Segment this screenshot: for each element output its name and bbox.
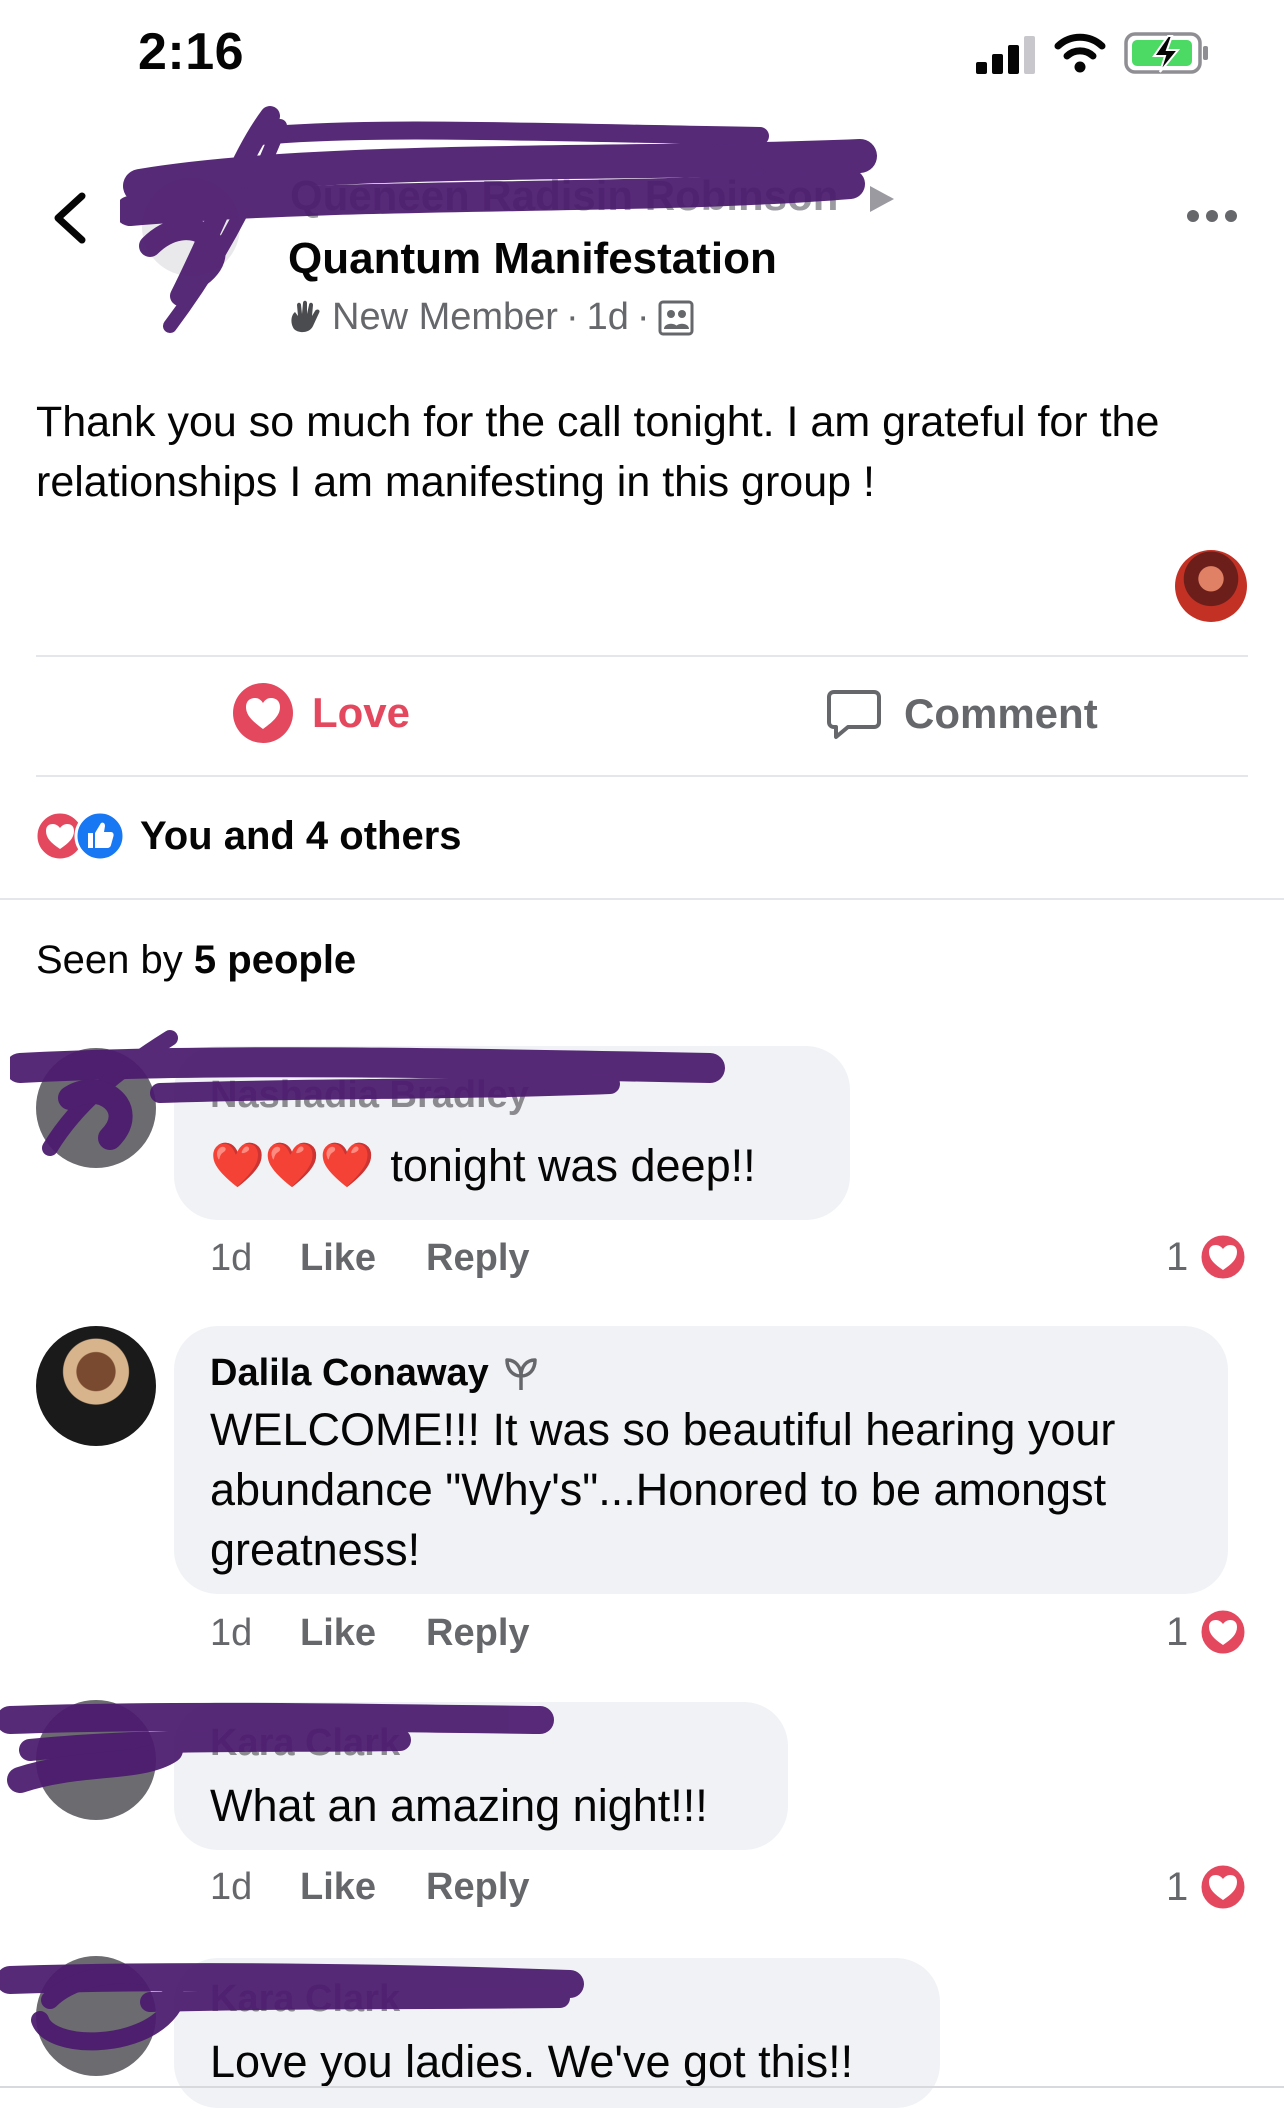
comment-icon: [827, 690, 881, 739]
commenter-name-row: Dalila Conaway: [210, 1352, 541, 1395]
hearts-emoji: ❤️❤️❤️: [210, 1141, 375, 1190]
comment-text: Love you ladies. We've got this!!: [210, 2036, 854, 2087]
divider: [36, 655, 1248, 657]
commenter-name[interactable]: Nashadia Bradley: [210, 1074, 529, 1117]
reply-link[interactable]: Reply: [426, 1237, 529, 1280]
love-reaction-icon: [1198, 1232, 1248, 1282]
viewer-avatar[interactable]: [1175, 550, 1247, 622]
comment-meta: 1d Like Reply: [210, 1612, 580, 1655]
comment-reaction-count[interactable]: 1: [1166, 1862, 1248, 1912]
divider: [0, 2086, 1284, 2088]
meta-separator: ·: [636, 296, 650, 338]
post-text: Thank you so much for the call tonight. …: [36, 398, 1160, 506]
love-reaction-icon: [1198, 1862, 1248, 1912]
commenter-avatar[interactable]: [36, 1326, 156, 1446]
comment-button[interactable]: Comment: [826, 686, 1098, 742]
love-reaction-icon: [233, 683, 293, 743]
seen-by[interactable]: Seen by 5 people: [36, 938, 356, 983]
comment-label: Comment: [904, 690, 1098, 737]
love-reaction-icon: [1198, 1607, 1248, 1657]
member-badge: New Member: [332, 296, 558, 338]
play-arrow-icon: [870, 186, 894, 212]
author-name[interactable]: Queneen Radisin Robinson: [290, 172, 838, 220]
comment-time[interactable]: 1d: [210, 1237, 300, 1280]
divider: [0, 898, 1284, 900]
back-chevron-icon[interactable]: [50, 190, 90, 246]
seedling-badge-icon: [505, 1357, 537, 1390]
seen-prefix: Seen by: [36, 938, 183, 982]
wave-hand-icon: [291, 300, 320, 332]
commenter-name[interactable]: Kara Clark: [210, 1722, 400, 1765]
comment-time[interactable]: 1d: [210, 1866, 300, 1909]
group-name[interactable]: Quantum Manifestation: [288, 234, 777, 284]
like-link[interactable]: Like: [300, 1866, 376, 1909]
commenter-name[interactable]: Dalila Conaway: [210, 1352, 489, 1395]
meta-separator: ·: [565, 296, 579, 338]
author-avatar[interactable]: [142, 178, 240, 276]
like-link[interactable]: Like: [300, 1612, 376, 1655]
more-options-icon[interactable]: [1186, 208, 1238, 224]
reply-link[interactable]: Reply: [426, 1866, 529, 1909]
like-link[interactable]: Like: [300, 1237, 376, 1280]
comment-text: ❤️❤️❤️ tonight was deep!!: [210, 1136, 756, 1196]
comment-text: What an amazing night!!!: [210, 1780, 708, 1831]
seen-count: 5 people: [193, 938, 357, 982]
post-age[interactable]: 1d: [587, 296, 629, 339]
reaction-summary-text: You and 4 others: [140, 813, 462, 858]
reaction-summary[interactable]: You and 4 others: [34, 810, 462, 862]
cellular-signal-icon: [976, 36, 1035, 74]
status-time: 2:16: [138, 23, 245, 81]
commenter-avatar[interactable]: [36, 1700, 156, 1820]
wifi-icon: [1054, 33, 1106, 73]
love-label: Love: [312, 689, 411, 736]
comment-text: WELCOME!!! It was so beautiful hearing y…: [210, 1404, 1116, 1575]
commenter-avatar[interactable]: [36, 1048, 156, 1168]
group-audience-icon: [658, 300, 694, 335]
like-reaction-icon: [74, 810, 126, 862]
comment-meta: 1d Like Reply: [210, 1866, 580, 1909]
commenter-avatar[interactable]: [36, 1956, 156, 2076]
comment-reaction-count[interactable]: 1: [1166, 1607, 1248, 1657]
reply-link[interactable]: Reply: [426, 1612, 529, 1655]
comment-meta: 1d Like Reply: [210, 1237, 580, 1280]
love-button[interactable]: Love: [232, 682, 410, 744]
comment-time[interactable]: 1d: [210, 1612, 300, 1655]
comment-reaction-count[interactable]: 1: [1166, 1232, 1248, 1282]
post-meta: New Member · 1d ·: [286, 296, 694, 339]
commenter-name[interactable]: Kara Clark: [210, 1978, 400, 2021]
battery-charging-icon: [1124, 32, 1208, 74]
divider: [36, 775, 1248, 777]
